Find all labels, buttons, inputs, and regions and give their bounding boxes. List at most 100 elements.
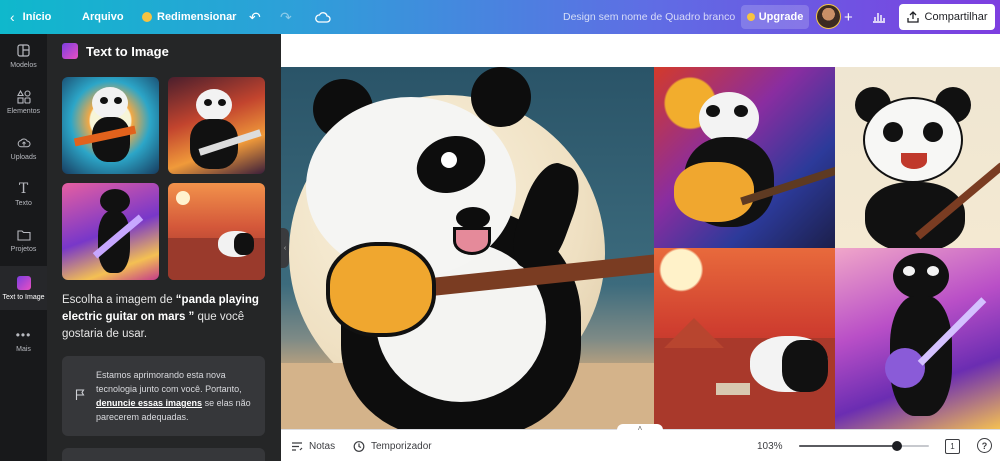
- folder-icon: [16, 228, 31, 242]
- panda-mouth-shape: [901, 153, 927, 169]
- guitar-body-shape: [885, 348, 925, 388]
- report-images-link[interactable]: denuncie essas imagens: [96, 398, 202, 408]
- design-title[interactable]: Design sem nome de Quadro branco: [563, 0, 735, 34]
- panda-nose-shape: [456, 207, 490, 229]
- redo-button[interactable]: ↷: [280, 0, 292, 34]
- selected-panda-image[interactable]: [281, 67, 654, 429]
- cloud-icon: [315, 12, 331, 23]
- elements-icon: [16, 89, 31, 104]
- panda-eye-shape: [204, 99, 212, 106]
- panda-head-shape: [196, 89, 232, 121]
- panel-description: Escolha a imagem de “panda playing elect…: [62, 292, 267, 343]
- grid-panda-image-1[interactable]: [654, 67, 835, 248]
- rail-item-elementos[interactable]: Elementos: [0, 80, 47, 124]
- plus-icon: +: [844, 8, 853, 26]
- text-to-image-panel: Text to Image Escolha a imagem de “panda…: [47, 34, 281, 461]
- share-button[interactable]: Compartilhar: [899, 4, 995, 30]
- bar-chart-icon: [873, 13, 885, 23]
- flag-icon: [75, 389, 85, 404]
- rail-item-text-to-image[interactable]: Text to Image: [0, 266, 47, 310]
- rail-item-label: Elementos: [6, 107, 41, 115]
- notes-button[interactable]: Notas: [291, 430, 335, 461]
- top-bar: ‹ Início Arquivo Redimensionar ↶ ↷ Desig…: [0, 0, 1000, 34]
- upgrade-label: Upgrade: [758, 11, 804, 23]
- rail-item-label: Modelos: [10, 61, 37, 69]
- bottom-bar: ˄ Notas Temporizador 103% 1 ?: [281, 424, 1000, 461]
- avatar[interactable]: [816, 4, 841, 29]
- panel-next-card: [62, 448, 265, 461]
- panda-eye-shape: [903, 266, 915, 276]
- chevron-up-icon: ˄: [637, 424, 643, 433]
- rail-item-projetos[interactable]: Projetos: [0, 218, 47, 262]
- feedback-notice: Estamos aprimorando esta nova tecnologia…: [62, 356, 265, 436]
- help-button[interactable]: ?: [977, 438, 992, 453]
- timer-label: Temporizador: [371, 440, 432, 452]
- crown-icon: [746, 13, 755, 21]
- show-pages-tab[interactable]: ˄: [617, 424, 663, 434]
- panda-eye-shape: [734, 105, 748, 117]
- undo-icon: ↶: [249, 8, 261, 25]
- grid-panda-image-4[interactable]: [835, 248, 1000, 429]
- panda-head-shape: [863, 97, 963, 183]
- resize-button[interactable]: Redimensionar: [142, 0, 236, 34]
- share-label: Compartilhar: [924, 11, 988, 23]
- notes-icon: [292, 441, 303, 451]
- panda-head-shape: [100, 189, 130, 213]
- panda-eye-shape: [923, 122, 943, 142]
- rail-item-label: Mais: [16, 345, 31, 353]
- page-count-button[interactable]: 1: [945, 439, 960, 454]
- panda-eye-shape: [114, 97, 122, 104]
- grid-panda-image-2[interactable]: [835, 67, 1000, 248]
- generated-image-thumb-4[interactable]: [168, 183, 265, 280]
- redo-icon: ↷: [280, 8, 292, 25]
- zoom-slider[interactable]: [799, 441, 929, 451]
- whiteboard-page: [281, 34, 1000, 67]
- panda-eye-shape: [441, 152, 457, 168]
- rail-item-modelos[interactable]: Modelos: [0, 34, 47, 78]
- upgrade-button[interactable]: Upgrade: [741, 5, 809, 29]
- grid-panda-image-3[interactable]: [654, 248, 835, 429]
- collapse-panel-handle[interactable]: ‹: [281, 228, 289, 268]
- insights-button[interactable]: [872, 0, 886, 34]
- panda-ear-shape: [471, 67, 531, 127]
- resize-label: Redimensionar: [157, 11, 237, 23]
- panda-head-shape: [92, 87, 128, 119]
- panda-mouth-shape: [453, 227, 491, 255]
- rail-item-texto[interactable]: T Texto: [0, 172, 47, 216]
- cloud-save-button[interactable]: [315, 0, 331, 34]
- file-menu-button[interactable]: Arquivo: [82, 0, 124, 34]
- undo-button[interactable]: ↶: [249, 0, 261, 34]
- share-upload-icon: [906, 11, 919, 23]
- generated-image-thumb-2[interactable]: [168, 77, 265, 174]
- panda-eye-shape: [927, 266, 939, 276]
- panda-patch-shape: [234, 233, 254, 255]
- templates-icon: [17, 44, 31, 58]
- generated-image-thumb-1[interactable]: [62, 77, 159, 174]
- mountain-shape: [664, 318, 724, 348]
- zoom-slider-handle[interactable]: [891, 441, 902, 451]
- canvas-area[interactable]: [281, 34, 1000, 429]
- text-to-image-icon: [62, 43, 78, 59]
- panda-eye-shape: [218, 99, 226, 106]
- rail-item-label: Projetos: [10, 245, 37, 253]
- timer-button[interactable]: Temporizador: [353, 430, 432, 461]
- panda-eye-shape: [100, 97, 108, 104]
- text-icon: T: [18, 180, 29, 197]
- rail-item-mais[interactable]: ••• Mais: [0, 318, 47, 362]
- panda-head-shape: [893, 253, 949, 299]
- generated-image-thumb-3[interactable]: [62, 183, 159, 280]
- rail-item-label: Texto: [15, 199, 32, 207]
- panda-body-shape: [865, 182, 965, 248]
- guitar-body-shape: [326, 242, 436, 337]
- notice-text: Estamos aprimorando esta nova tecnologia…: [96, 368, 256, 424]
- left-rail: Modelos Elementos Uploads T Texto Projet…: [0, 34, 47, 461]
- panel-header: Text to Image: [62, 43, 169, 59]
- keyboard-shape: [716, 383, 750, 395]
- back-home-button[interactable]: ‹ Início: [10, 0, 51, 34]
- rail-item-uploads[interactable]: Uploads: [0, 126, 47, 170]
- zoom-percentage[interactable]: 103%: [757, 430, 783, 461]
- zoom-slider-fill: [799, 445, 897, 447]
- back-home-label: Início: [22, 11, 52, 23]
- add-collaborator-button[interactable]: +: [844, 0, 853, 34]
- panda-eye-shape: [883, 122, 903, 142]
